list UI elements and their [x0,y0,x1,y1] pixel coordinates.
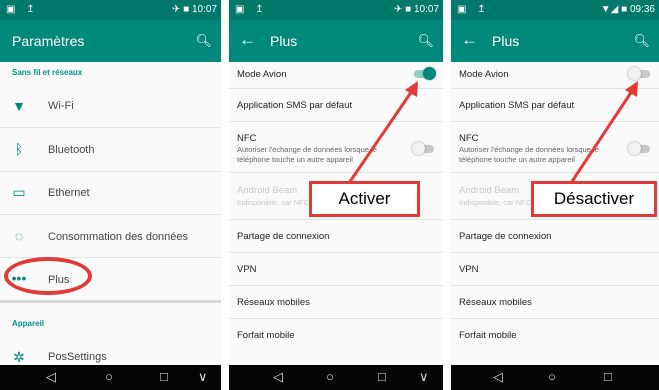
recents-nav-icon[interactable]: □ [604,369,612,384]
app-toolbar: Paramètres 🔍︎ [0,20,221,62]
settings-item-label: Wi-Fi [48,100,74,112]
data-usage-icon: ◌ [14,228,24,244]
status-icons-left: ▣ ↥ [6,4,39,15]
home-nav-icon[interactable]: ○ [105,369,113,384]
ethernet-icon: ▭ [12,184,26,200]
nav-bar: ◁ ○ □ ∨ [0,365,221,390]
back-nav-icon[interactable]: ◁ [493,369,503,385]
recents-nav-icon[interactable]: □ [378,369,386,384]
wifi-icon: ▼ [12,98,26,114]
chevron-down-icon[interactable]: ∨ [419,369,429,385]
disable-callout: Désactiver [531,181,657,217]
search-icon[interactable]: 🔍︎ [195,33,212,49]
divider [0,300,221,303]
page-title: Paramètres [12,33,85,49]
nav-bar: ◁ ○ □ [451,365,659,390]
settings-item-bluetooth[interactable]: ᛒ Bluetooth [0,130,221,170]
settings-item-label: Bluetooth [48,144,95,156]
status-bar: ▣ ↥ ✈ ■ 10:07 [0,0,221,20]
settings-item-label: Consommation des données [48,231,189,243]
status-clock: ✈ ■ 10:07 [172,4,217,15]
home-nav-icon[interactable]: ○ [326,369,334,384]
settings-item-wifi[interactable]: ▼ Wi-Fi [0,87,221,127]
recents-nav-icon[interactable]: □ [160,369,168,384]
divider [0,214,221,215]
bluetooth-icon: ᛒ [14,141,24,157]
settings-item-data-usage[interactable]: ◌ Consommation des données [0,217,221,257]
settings-screen: ▣ ↥ ✈ ■ 10:07 Paramètres 🔍︎ Sans fil et … [0,0,221,390]
nav-bar: ◁ ○ □ ∨ [229,365,443,390]
gear-icon: ✲ [13,349,25,365]
enable-callout: Activer [309,181,420,217]
back-nav-icon[interactable]: ◁ [273,369,283,385]
more-screen-enable: ▣ ↥ ✈ ■ 10:07 ← Plus 🔍︎ Mode Avion Appli… [229,0,443,390]
chevron-down-icon[interactable]: ∨ [198,369,208,385]
settings-item-label: Ethernet [48,187,90,199]
section-header-wireless: Sans fil et réseaux [12,68,83,77]
divider [0,127,221,128]
more-screen-disable: ▣ ↥ ▼◢ ■ 09:36 ← Plus 🔍︎ Mode Avion Appl… [451,0,659,390]
settings-item-label: PosSettings [48,351,107,363]
section-header-device: Appareil [12,319,45,328]
home-nav-icon[interactable]: ○ [548,369,556,384]
highlight-ellipse [4,257,92,295]
settings-item-ethernet[interactable]: ▭ Ethernet [0,173,221,213]
divider [0,171,221,172]
back-nav-icon[interactable]: ◁ [46,369,56,385]
